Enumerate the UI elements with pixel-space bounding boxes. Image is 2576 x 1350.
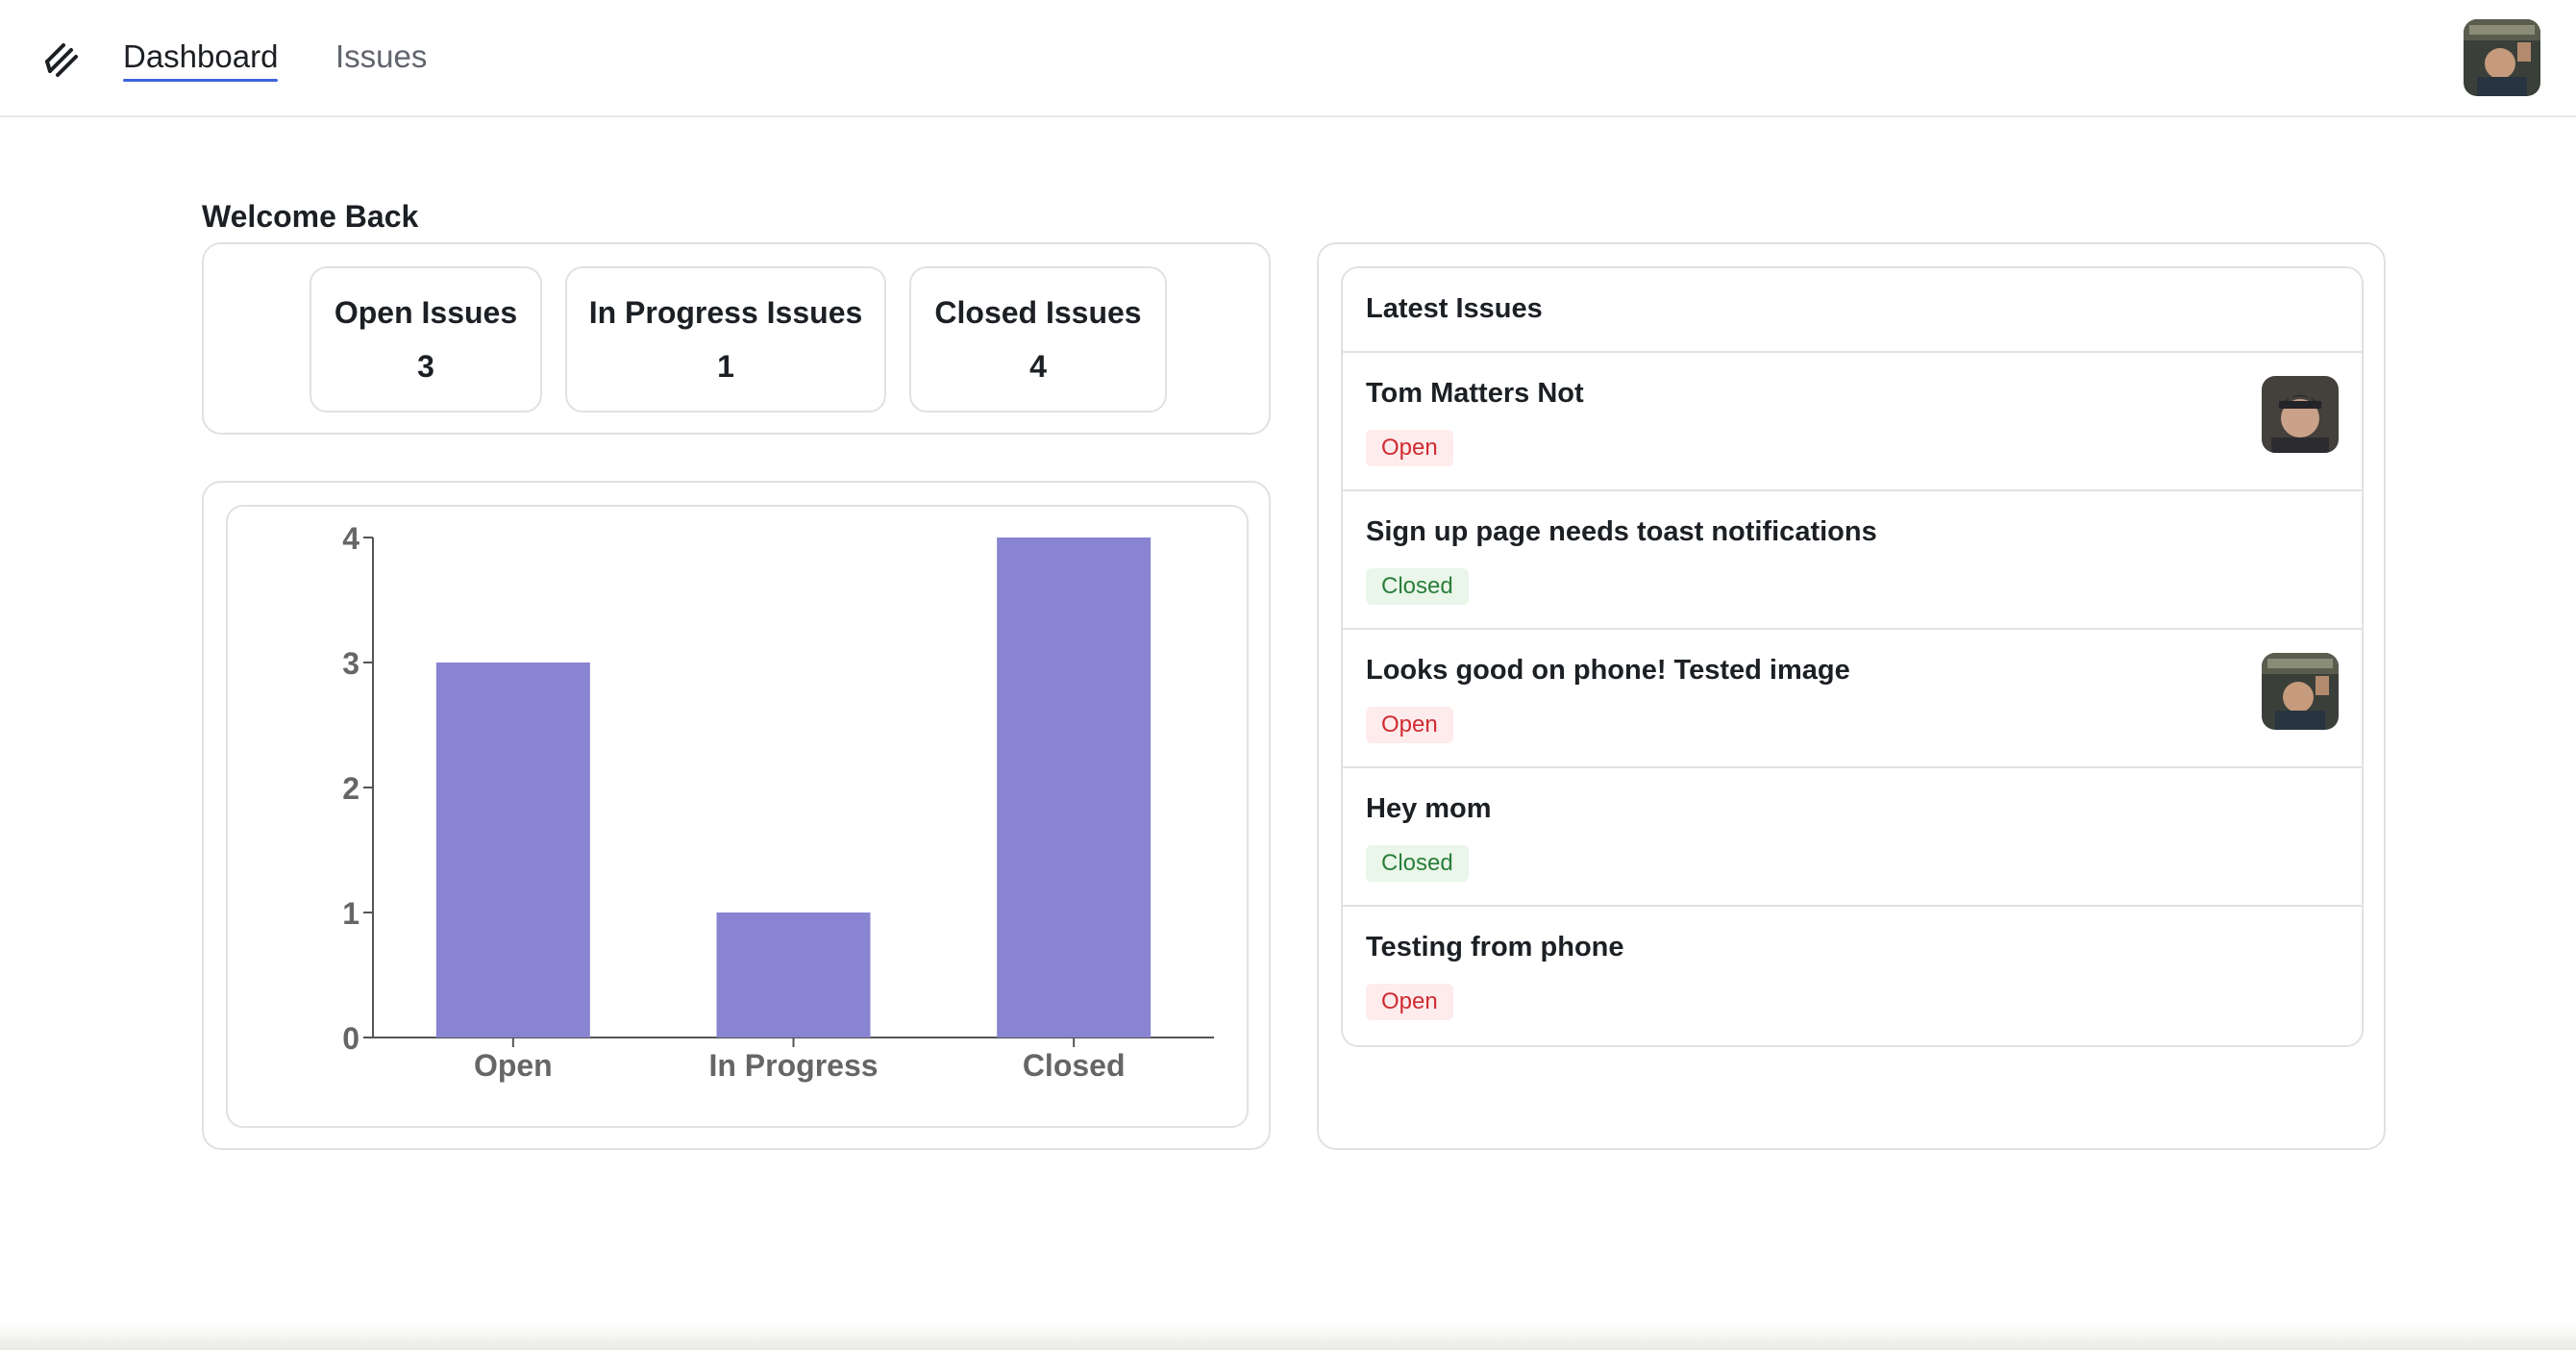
latest-issues-card: Latest Issues Tom Matters Not Open Sign up… (1317, 242, 2386, 1150)
bar-in-progress (716, 912, 871, 1038)
stat-label: In Progress Issues (588, 295, 863, 330)
issue-title[interactable]: Looks good on phone! Tested image (1366, 655, 1850, 687)
status-badge: Open (1366, 707, 1453, 743)
y-tick-label: 0 (342, 1021, 359, 1056)
latest-issues-title: Latest Issues (1366, 293, 1543, 324)
bar-open (435, 662, 590, 1038)
nav-link-issues[interactable]: Issues (335, 37, 427, 77)
latest-issues-panel: Latest Issues Tom Matters Not Open Sign up… (1341, 266, 2364, 1047)
status-badge: Open (1366, 984, 1453, 1020)
latest-issues-header: Latest Issues (1343, 268, 2362, 353)
y-tick-label: 3 (342, 646, 359, 681)
bar-closed (997, 538, 1152, 1038)
stat-value: 4 (1029, 349, 1047, 384)
stat-label: Open Issues (334, 295, 518, 330)
issue-row[interactable]: Looks good on phone! Tested image Open (1343, 630, 2362, 768)
stat-open-issues[interactable]: Open Issues 3 (310, 266, 542, 412)
issue-title[interactable]: Tom Matters Not (1366, 378, 1584, 410)
stat-in-progress-issues[interactable]: In Progress Issues 1 (565, 266, 886, 412)
stat-value: 3 (417, 349, 434, 384)
issue-row[interactable]: Testing from phone Open (1343, 907, 2362, 1045)
y-tick-label: 4 (342, 521, 359, 556)
issue-row[interactable]: Tom Matters Not Open (1343, 353, 2362, 491)
issue-title[interactable]: Sign up page needs toast notifications (1366, 516, 1877, 548)
issue-status-bar-chart: 0 1 2 3 4 Open In Progress Closed (342, 521, 1214, 1083)
stat-value: 1 (717, 349, 734, 384)
issue-row[interactable]: Hey mom Closed (1343, 768, 2362, 907)
user-avatar[interactable] (2464, 19, 2540, 96)
status-badge: Open (1366, 430, 1453, 466)
x-tick-label: In Progress (708, 1048, 878, 1083)
status-badge: Closed (1366, 568, 1469, 605)
issue-row[interactable]: Sign up page needs toast notifications Cl… (1343, 491, 2362, 630)
stat-label: Closed Issues (934, 295, 1142, 330)
stat-closed-issues[interactable]: Closed Issues 4 (909, 266, 1167, 412)
nav-link-dashboard[interactable]: Dashboard (123, 37, 279, 82)
issue-title[interactable]: Hey mom (1366, 793, 1492, 825)
top-navbar: Dashboard Issues (0, 0, 2576, 117)
chart-card: 0 1 2 3 4 Open In Progress Closed (202, 481, 1271, 1150)
issue-title[interactable]: Testing from phone (1366, 932, 1624, 963)
welcome-heading: Welcome Back (202, 199, 419, 234)
assignee-avatar (2262, 376, 2339, 453)
bug-logo-icon[interactable] (42, 40, 81, 79)
x-tick-label: Closed (1023, 1048, 1126, 1083)
chart-panel: 0 1 2 3 4 Open In Progress Closed (226, 505, 1249, 1128)
y-tick-label: 1 (342, 896, 359, 931)
status-badge: Closed (1366, 845, 1469, 882)
assignee-avatar (2262, 653, 2339, 730)
x-tick-label: Open (474, 1048, 553, 1083)
issue-summary-card: Open Issues 3 In Progress Issues 1 Close… (202, 242, 1271, 435)
window-bottom-edge (0, 1323, 2576, 1350)
y-tick-label: 2 (342, 771, 359, 806)
